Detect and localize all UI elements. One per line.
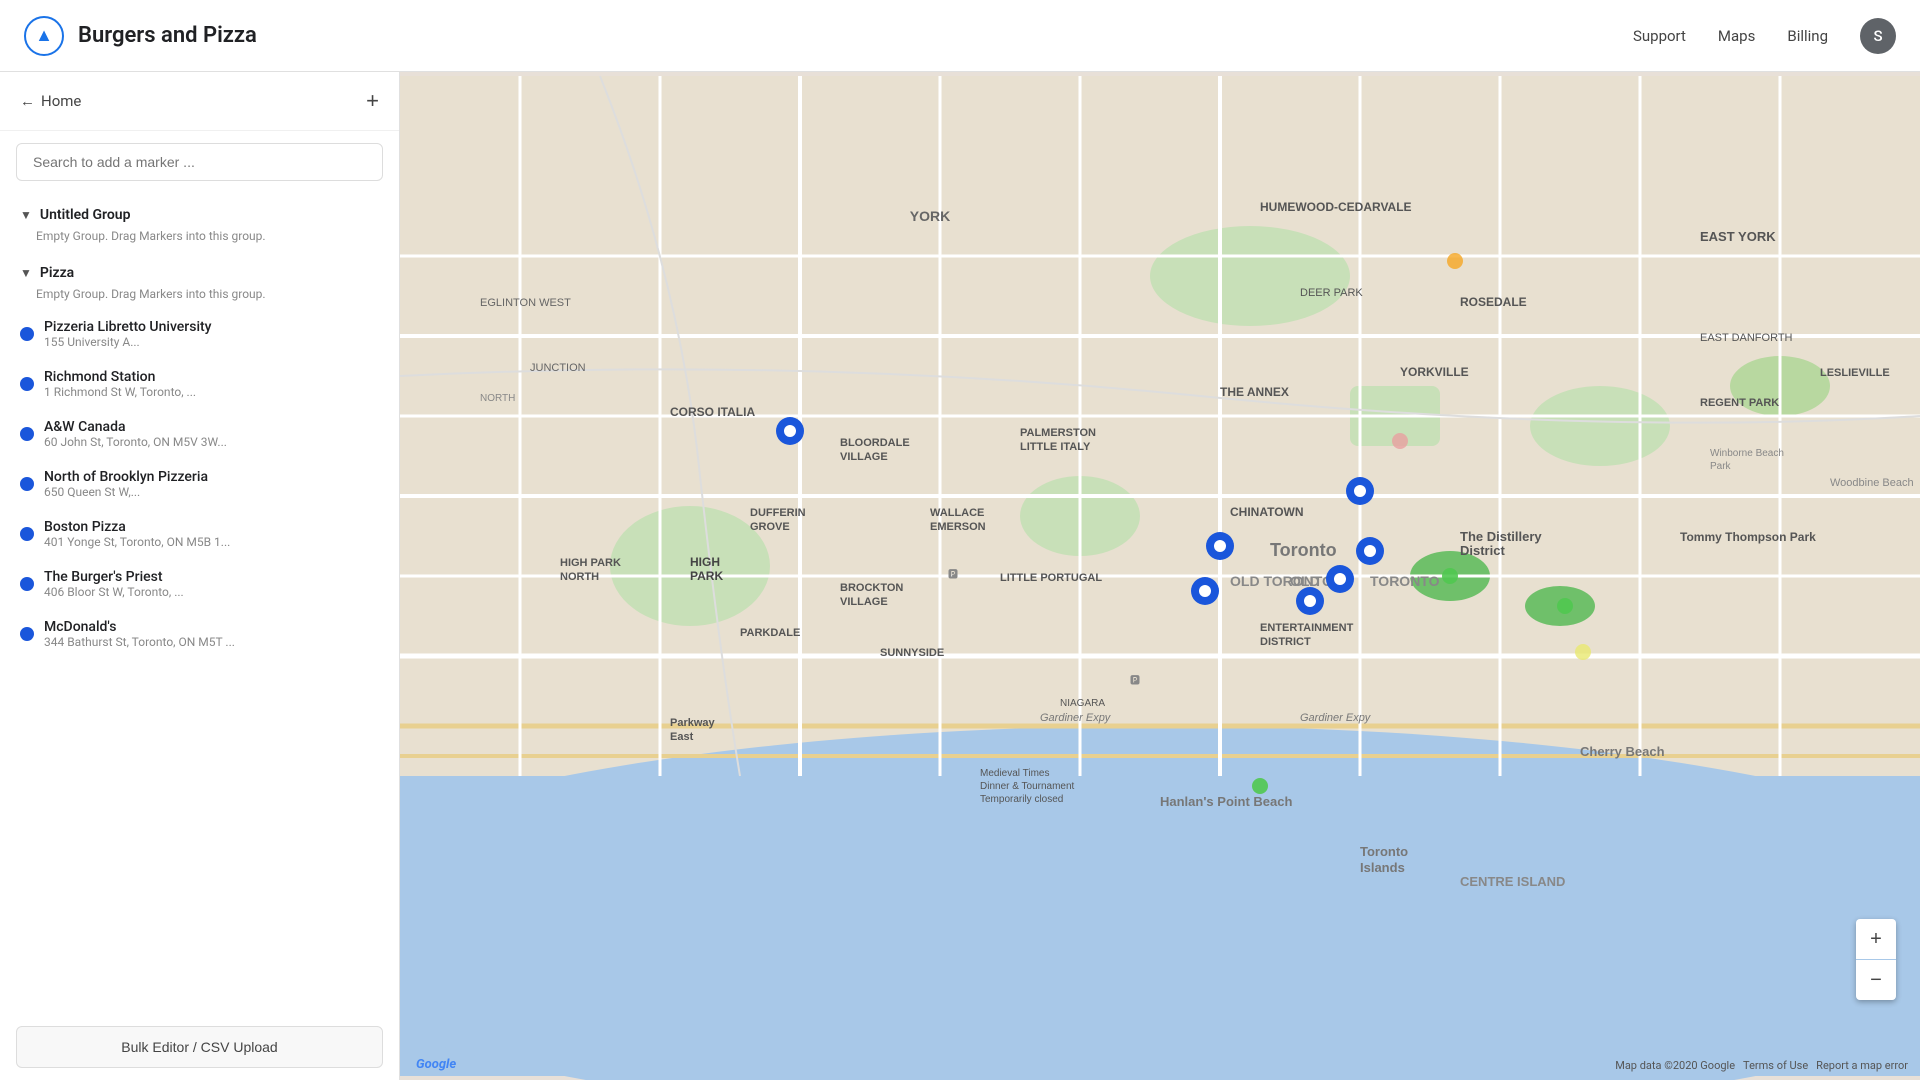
- search-input[interactable]: [16, 143, 383, 181]
- group-untitled-name: Untitled Group: [40, 207, 131, 223]
- logo-icon[interactable]: ▲: [24, 16, 64, 56]
- marker-dot-icon: [20, 577, 34, 591]
- group-untitled[interactable]: ▼ Untitled Group: [0, 193, 399, 227]
- marker-address: 344 Bathurst St, Toronto, ON M5T ...: [44, 635, 379, 649]
- svg-text:🅿: 🅿: [948, 569, 958, 581]
- marker-dot-icon: [20, 527, 34, 541]
- zoom-out-button[interactable]: −: [1856, 960, 1896, 1000]
- home-link[interactable]: ← Home: [20, 92, 81, 110]
- zoom-in-button[interactable]: +: [1856, 919, 1896, 959]
- marker-address: 401 Yonge St, Toronto, ON M5B 1...: [44, 535, 379, 549]
- svg-text:Tommy Thompson Park: Tommy Thompson Park: [1680, 530, 1816, 544]
- main: ← Home + ▼ Untitled Group Empty Group. D…: [0, 72, 1920, 1080]
- marker-name: The Burger's Priest: [44, 569, 379, 585]
- add-button[interactable]: +: [366, 88, 379, 114]
- svg-text:CHINATOWN: CHINATOWN: [1230, 505, 1304, 519]
- svg-text:Cherry Beach: Cherry Beach: [1580, 744, 1665, 759]
- map-controls: + −: [1856, 919, 1896, 1000]
- group-pizza-name: Pizza: [40, 265, 74, 281]
- logo-symbol: ▲: [35, 25, 53, 46]
- svg-text:ROSEDALE: ROSEDALE: [1460, 295, 1527, 309]
- nav-billing[interactable]: Billing: [1787, 27, 1828, 45]
- marker-name: McDonald's: [44, 619, 379, 635]
- svg-text:TorontoIslands: TorontoIslands: [1360, 844, 1408, 875]
- list-item[interactable]: North of Brooklyn Pizzeria 650 Queen St …: [0, 459, 399, 509]
- svg-text:THE ANNEX: THE ANNEX: [1220, 385, 1289, 399]
- group-pizza-triangle-icon: ▼: [20, 266, 32, 280]
- marker-dot-icon: [20, 477, 34, 491]
- map-svg: YORK EGLINTON WEST HUMEWOOD-CEDARVALE EA…: [400, 72, 1920, 1080]
- svg-text:Toronto: Toronto: [1270, 540, 1337, 560]
- marker-name: North of Brooklyn Pizzeria: [44, 469, 379, 485]
- user-avatar[interactable]: S: [1860, 18, 1896, 54]
- marker-name: Pizzeria Libretto University: [44, 319, 379, 335]
- group-pizza-empty: Empty Group. Drag Markers into this grou…: [0, 285, 399, 309]
- group-pizza[interactable]: ▼ Pizza: [0, 251, 399, 285]
- marker-address: 60 John St, Toronto, ON M5V 3W...: [44, 435, 379, 449]
- list-item[interactable]: McDonald's 344 Bathurst St, Toronto, ON …: [0, 609, 399, 659]
- svg-text:SUNNYSIDE: SUNNYSIDE: [880, 647, 944, 659]
- app-title: Burgers and Pizza: [78, 23, 257, 48]
- svg-text:EAST DANFORTH: EAST DANFORTH: [1700, 332, 1793, 344]
- svg-text:🅿: 🅿: [1130, 675, 1140, 687]
- svg-text:PARKDALE: PARKDALE: [740, 627, 800, 639]
- marker-name: Boston Pizza: [44, 519, 379, 535]
- google-logo: Google: [416, 1057, 456, 1072]
- list-item[interactable]: Richmond Station 1 Richmond St W, Toront…: [0, 359, 399, 409]
- marker-dot-icon: [20, 627, 34, 641]
- markers-list: ▼ Untitled Group Empty Group. Drag Marke…: [0, 193, 399, 1014]
- bulk-editor-button[interactable]: Bulk Editor / CSV Upload: [16, 1026, 383, 1068]
- svg-text:TORONTO: TORONTO: [1370, 573, 1440, 589]
- svg-text:Gardiner Expy: Gardiner Expy: [1300, 712, 1372, 724]
- list-item[interactable]: Pizzeria Libretto University 155 Univers…: [0, 309, 399, 359]
- list-item[interactable]: The Burger's Priest 406 Bloor St W, Toro…: [0, 559, 399, 609]
- report-map-error-link[interactable]: Report a map error: [1816, 1059, 1908, 1072]
- nav-support[interactable]: Support: [1633, 27, 1686, 45]
- map-footer-right: Map data ©2020 Google Terms of Use Repor…: [1615, 1059, 1908, 1072]
- marker-address: 155 University A...: [44, 335, 379, 349]
- svg-text:LITTLE PORTUGAL: LITTLE PORTUGAL: [1000, 572, 1102, 584]
- marker-dot-icon: [20, 377, 34, 391]
- marker-name: Richmond Station: [44, 369, 379, 385]
- nav-maps[interactable]: Maps: [1718, 27, 1755, 45]
- svg-text:YORKVILLE: YORKVILLE: [1400, 365, 1469, 379]
- marker-dot-icon: [20, 427, 34, 441]
- svg-text:NORTH: NORTH: [480, 393, 515, 404]
- svg-text:NIAGARA: NIAGARA: [1060, 698, 1105, 709]
- sidebar-top: ← Home +: [0, 72, 399, 131]
- svg-text:REGENT PARK: REGENT PARK: [1700, 397, 1779, 409]
- svg-text:Gardiner Expy: Gardiner Expy: [1040, 712, 1112, 724]
- group-untitled-empty: Empty Group. Drag Markers into this grou…: [0, 227, 399, 251]
- home-label: Home: [41, 92, 81, 110]
- map-data-text: Map data ©2020 Google: [1615, 1059, 1735, 1072]
- marker-address: 650 Queen St W,...: [44, 485, 379, 499]
- group-triangle-icon: ▼: [20, 208, 32, 222]
- header-nav: Support Maps Billing S: [1633, 18, 1896, 54]
- svg-text:DEER PARK: DEER PARK: [1300, 287, 1363, 299]
- marker-address: 406 Bloor St W, Toronto, ...: [44, 585, 379, 599]
- terms-of-use-link[interactable]: Terms of Use: [1743, 1059, 1808, 1072]
- header: ▲ Burgers and Pizza Support Maps Billing…: [0, 0, 1920, 72]
- svg-text:Hanlan's Point Beach: Hanlan's Point Beach: [1160, 794, 1292, 809]
- svg-text:LESLIEVILLE: LESLIEVILLE: [1820, 367, 1890, 379]
- svg-text:OLD: OLD: [1290, 573, 1320, 589]
- svg-text:Woodbine Beach: Woodbine Beach: [1830, 477, 1914, 489]
- svg-text:HUMEWOOD-CEDARVALE: HUMEWOOD-CEDARVALE: [1260, 200, 1412, 214]
- map-area[interactable]: YORK EGLINTON WEST HUMEWOOD-CEDARVALE EA…: [400, 72, 1920, 1080]
- svg-text:EAST YORK: EAST YORK: [1700, 229, 1776, 244]
- svg-text:EGLINTON WEST: EGLINTON WEST: [480, 297, 571, 309]
- svg-text:JUNCTION: JUNCTION: [530, 362, 586, 374]
- list-item[interactable]: Boston Pizza 401 Yonge St, Toronto, ON M…: [0, 509, 399, 559]
- marker-address: 1 Richmond St W, Toronto, ...: [44, 385, 379, 399]
- back-arrow-icon: ←: [20, 92, 35, 110]
- svg-text:YORK: YORK: [910, 208, 950, 224]
- list-item[interactable]: A&W Canada 60 John St, Toronto, ON M5V 3…: [0, 409, 399, 459]
- header-left: ▲ Burgers and Pizza: [24, 16, 257, 56]
- marker-dot-icon: [20, 327, 34, 341]
- svg-text:HIGHPARK: HIGHPARK: [690, 555, 723, 583]
- sidebar: ← Home + ▼ Untitled Group Empty Group. D…: [0, 72, 400, 1080]
- svg-text:CENTRE ISLAND: CENTRE ISLAND: [1460, 874, 1565, 889]
- marker-name: A&W Canada: [44, 419, 379, 435]
- svg-text:CORSO ITALIA: CORSO ITALIA: [670, 405, 755, 419]
